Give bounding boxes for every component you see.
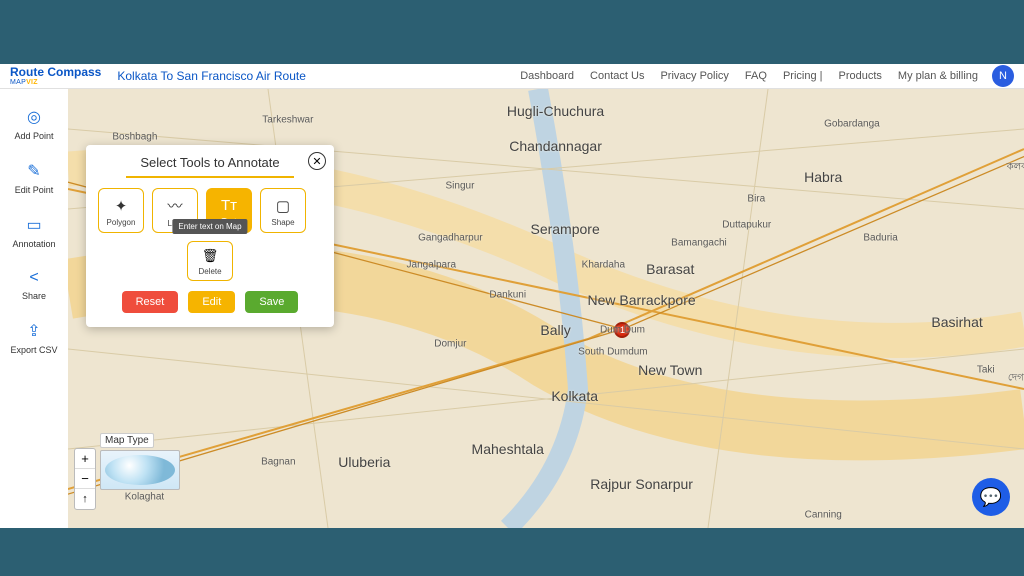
sidebar-item-label: Export CSV [10, 345, 57, 355]
brand-logo[interactable]: Route Compass MAPVIZ [10, 66, 101, 86]
sidebar-edit-point[interactable]: ✎ Edit Point [0, 153, 68, 203]
tool-polygon[interactable]: ✦ Polygon [98, 188, 144, 233]
route-marker-1[interactable]: 1 [614, 322, 630, 338]
globe-icon [100, 450, 180, 490]
sidebar-annotation[interactable]: ▭ Annotation [0, 207, 68, 257]
save-button[interactable]: Save [245, 291, 298, 313]
sidebar: ◎ Add Point ✎ Edit Point ▭ Annotation < … [0, 89, 68, 528]
nav-pricing[interactable]: Pricing | [783, 70, 823, 82]
nav-products[interactable]: Products [838, 70, 881, 82]
avatar[interactable]: N [992, 65, 1014, 87]
tool-label: Shape [271, 218, 294, 227]
nav-dashboard[interactable]: Dashboard [520, 70, 574, 82]
nav-contact[interactable]: Contact Us [590, 70, 644, 82]
panel-title: Select Tools to Annotate [126, 155, 294, 178]
nav-privacy[interactable]: Privacy Policy [660, 70, 728, 82]
chat-bubble-button[interactable]: 💬 [972, 478, 1010, 516]
tool-tooltip: Enter text on Map [172, 219, 247, 234]
sidebar-share[interactable]: < Share [0, 261, 68, 309]
nav-faq[interactable]: FAQ [745, 70, 767, 82]
nav-plan[interactable]: My plan & billing [898, 70, 978, 82]
polygon-icon: ✦ [115, 197, 128, 215]
pencil-icon: ✎ [27, 161, 40, 181]
tool-shape[interactable]: ▢ Shape [260, 188, 306, 233]
brand-name: Route Compass [10, 65, 101, 79]
tool-delete[interactable]: 🗑 Delete [187, 241, 233, 281]
target-icon: ◎ [27, 107, 41, 127]
comment-icon: ▭ [26, 215, 41, 235]
sidebar-item-label: Add Point [14, 131, 53, 141]
shape-icon: ▢ [276, 197, 290, 215]
page-title: Kolkata To San Francisco Air Route [117, 69, 306, 83]
zoom-control: + − ↑ [74, 448, 96, 510]
tool-label: Delete [198, 267, 221, 276]
panel-buttons: Reset Edit Save [98, 291, 322, 313]
delete-row: Enter text on Map 🗑 Delete [98, 241, 322, 281]
sidebar-item-label: Share [22, 291, 46, 301]
trash-icon: 🗑 [202, 248, 219, 264]
map-canvas[interactable]: 1 Hugli-ChuchuraChandannagarTarkeshwarGo… [68, 89, 1024, 528]
zoom-in-button[interactable]: + [75, 449, 95, 469]
map-type-label: Map Type [100, 433, 154, 448]
zoom-out-button[interactable]: − [75, 469, 95, 489]
export-icon: ⇪ [27, 321, 40, 341]
text-icon: Tᴛ [221, 197, 237, 214]
annotate-panel: ✕ Select Tools to Annotate ✦ Polygon 〰 L… [86, 145, 334, 327]
line-icon: 〰 [167, 195, 182, 216]
sidebar-item-label: Edit Point [15, 185, 54, 195]
sidebar-add-point[interactable]: ◎ Add Point [0, 99, 68, 149]
close-icon[interactable]: ✕ [308, 152, 326, 170]
edit-button[interactable]: Edit [188, 291, 235, 313]
chat-icon: 💬 [980, 487, 1002, 508]
reset-north-button[interactable]: ↑ [75, 489, 95, 509]
sidebar-item-label: Annotation [12, 239, 55, 249]
top-nav: Dashboard Contact Us Privacy Policy FAQ … [520, 70, 978, 82]
tool-label: Polygon [107, 218, 136, 227]
share-icon: < [29, 269, 38, 287]
reset-button[interactable]: Reset [122, 291, 179, 313]
topbar: Route Compass MAPVIZ Kolkata To San Fran… [0, 64, 1024, 89]
app-frame: Route Compass MAPVIZ Kolkata To San Fran… [0, 64, 1024, 528]
map-type-picker[interactable]: Map Type [100, 430, 180, 490]
sidebar-export[interactable]: ⇪ Export CSV [0, 313, 68, 363]
brand-subtitle: MAPVIZ [10, 79, 101, 86]
